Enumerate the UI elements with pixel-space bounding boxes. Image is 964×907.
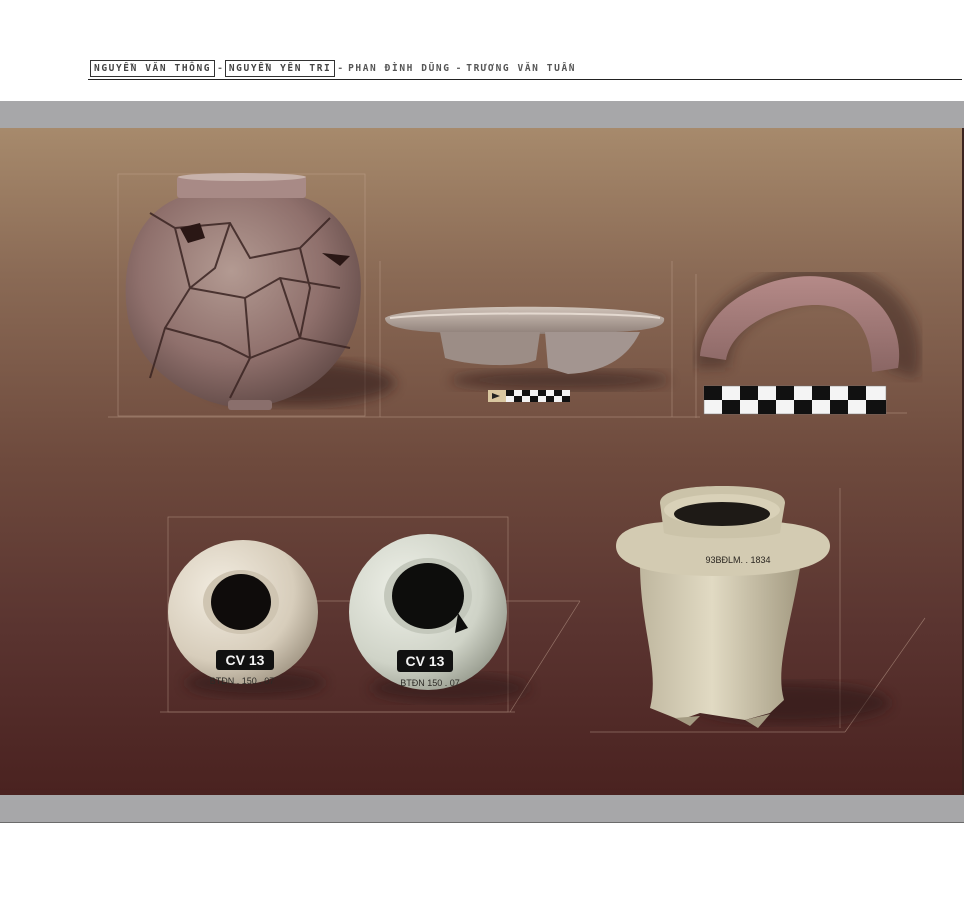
small-jar-left: CV 13 BTĐN . 150 . 07 (168, 540, 325, 697)
cracked-jar (125, 173, 395, 410)
author-separator: - (455, 63, 462, 74)
bottom-grey-bar (0, 795, 964, 823)
artifact-illustration: CV 13 BTĐN . 150 . 07 CV 13 BTĐN 150 . 0… (108, 173, 926, 733)
small-jar-right-sub: BTĐN 150 . 07 (400, 678, 460, 688)
small-jar-left-label: CV 13 (226, 652, 265, 668)
author-1: NGUYỄN VĂN THÔNG (90, 60, 216, 77)
page-header: NGUYỄN VĂN THÔNG - NGUYỄN YÊN TRI - PHAN… (90, 58, 962, 79)
top-grey-bar (0, 101, 964, 128)
author-3: PHAN ĐÌNH DŨNG (348, 63, 451, 74)
scale-bar-large (703, 385, 887, 415)
author-separator: - (217, 63, 223, 74)
author-4: TRƯƠNG VĂN TUẤN (466, 63, 577, 74)
author-separator: - (337, 63, 344, 74)
pot-stand-inscription: 93BĐLM. . 1834 (705, 555, 770, 565)
author-2: NGUYỄN YÊN TRI (224, 60, 336, 77)
small-jar-right-label: CV 13 (406, 653, 445, 669)
small-jar-left-sub: BTĐN . 150 . 07 (210, 676, 275, 686)
header-rule (88, 79, 962, 80)
pot-stand: 93BĐLM. . 1834 (616, 486, 890, 728)
bowl-rim-fragment (385, 306, 670, 390)
artifact-photo-panel: CV 13 BTĐN . 150 . 07 CV 13 BTĐN 150 . 0… (0, 128, 964, 795)
scale-bar-small (488, 390, 570, 402)
small-jar-right: CV 13 BTĐN 150 . 07 (349, 534, 530, 702)
arc-handle-fragment (695, 264, 921, 379)
